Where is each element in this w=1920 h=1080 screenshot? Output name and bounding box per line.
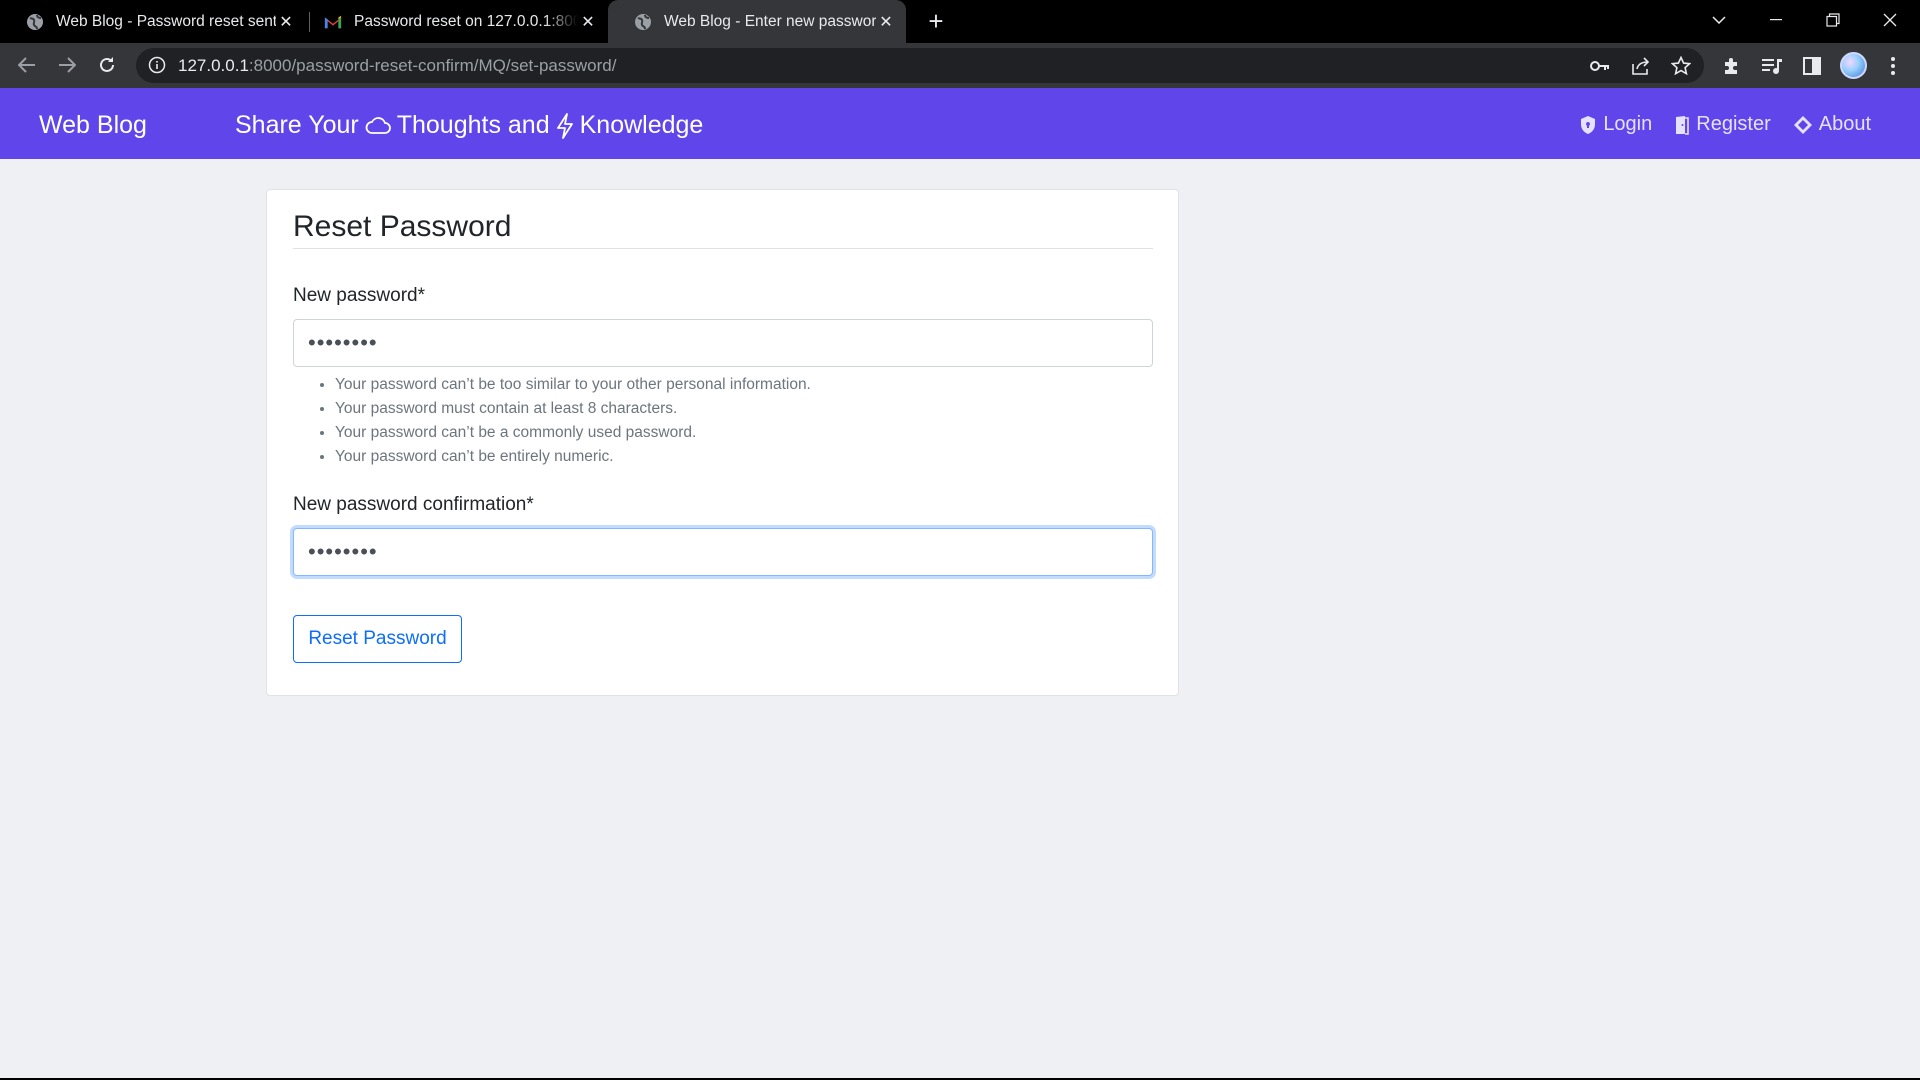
nav-links: Login Register About xyxy=(1557,113,1871,136)
tab-search-chevron-icon[interactable] xyxy=(1691,0,1747,40)
nav-login-label: Login xyxy=(1603,113,1653,135)
shield-icon xyxy=(1581,115,1596,134)
tab-title: Web Blog - Password reset sent xyxy=(56,12,276,30)
confirm-password-input[interactable]: •••••••• xyxy=(293,528,1153,576)
reset-password-button[interactable]: Reset Password xyxy=(293,615,462,663)
cloud-icon xyxy=(365,116,391,134)
share-icon[interactable] xyxy=(1630,55,1652,77)
nav-register-label: Register xyxy=(1696,113,1771,135)
tagline-text-3: Knowledge xyxy=(579,111,704,139)
reload-icon[interactable] xyxy=(92,50,122,80)
title-divider xyxy=(293,248,1153,249)
bookmark-star-icon[interactable] xyxy=(1670,55,1692,77)
url-text: 127.0.0.1:8000/password-reset-confirm/MQ… xyxy=(178,56,616,76)
tab-gmail-password-reset[interactable]: Password reset on 127.0.0.1:8000 ✕ xyxy=(306,0,608,43)
browser-toolbar: 127.0.0.1:8000/password-reset-confirm/MQ… xyxy=(0,43,1920,88)
new-password-input[interactable]: •••••••• xyxy=(293,319,1153,367)
globe-icon xyxy=(26,13,44,31)
confirm-password-label: New password confirmation* xyxy=(293,494,534,515)
restore-icon[interactable] xyxy=(1805,0,1861,40)
password-help-item: Your password can’t be a commonly used p… xyxy=(335,421,811,445)
new-tab-button[interactable]: + xyxy=(922,8,950,36)
door-icon xyxy=(1676,115,1690,135)
tab-title: Password reset on 127.0.0.1:8000 xyxy=(354,12,578,30)
close-window-icon[interactable] xyxy=(1862,0,1918,40)
tab-title: Web Blog - Enter new password xyxy=(664,12,876,30)
more-menu-icon[interactable] xyxy=(1880,53,1906,79)
password-help-item: Your password can’t be too similar to yo… xyxy=(335,373,811,397)
profile-avatar[interactable] xyxy=(1840,52,1867,79)
url-path: :8000/password-reset-confirm/MQ/set-pass… xyxy=(248,56,617,75)
lightning-icon xyxy=(556,112,573,139)
diamond-icon xyxy=(1793,115,1812,134)
password-help-list: Your password can’t be too similar to yo… xyxy=(317,373,811,469)
password-help-item: Your password must contain at least 8 ch… xyxy=(335,397,811,421)
globe-icon xyxy=(634,13,652,31)
url-host: 127.0.0.1 xyxy=(178,56,249,75)
tagline-text-2: Thoughts and xyxy=(396,111,550,139)
site-tagline: Share Your Thoughts and Knowledge xyxy=(235,111,703,140)
key-icon[interactable] xyxy=(1589,55,1611,77)
side-panel-icon[interactable] xyxy=(1799,53,1825,79)
forward-arrow-icon[interactable] xyxy=(52,50,82,80)
browser-tab-strip: Web Blog - Password reset sent ✕ Passwor… xyxy=(0,0,1920,43)
nav-about-link[interactable]: About xyxy=(1793,113,1871,136)
password-help-item: Your password can’t be entirely numeric. xyxy=(335,445,811,469)
nav-about-label: About xyxy=(1818,113,1871,135)
tab-password-reset-sent[interactable]: Web Blog - Password reset sent ✕ xyxy=(0,0,306,43)
address-bar[interactable]: 127.0.0.1:8000/password-reset-confirm/MQ… xyxy=(136,48,1704,83)
minimize-icon[interactable] xyxy=(1748,0,1804,40)
close-tab-icon[interactable]: ✕ xyxy=(876,12,896,32)
form-title: Reset Password xyxy=(293,210,512,243)
close-tab-icon[interactable]: ✕ xyxy=(578,12,598,32)
new-password-label: New password* xyxy=(293,285,425,306)
gmail-icon xyxy=(324,13,342,31)
reset-password-card: Reset Password New password* •••••••• Yo… xyxy=(266,189,1179,696)
close-tab-icon[interactable]: ✕ xyxy=(276,12,296,32)
tagline-text-1: Share Your xyxy=(235,111,359,139)
extensions-puzzle-icon[interactable] xyxy=(1719,53,1745,79)
site-info-icon[interactable] xyxy=(148,56,168,76)
nav-login-link[interactable]: Login xyxy=(1579,113,1652,136)
tab-enter-new-password[interactable]: Web Blog - Enter new password ✕ xyxy=(608,0,906,43)
site-navbar: Web Blog Share Your Thoughts and Knowled… xyxy=(0,88,1920,159)
brand-logo[interactable]: Web Blog xyxy=(39,111,147,140)
media-queue-icon[interactable] xyxy=(1759,53,1785,79)
nav-register-link[interactable]: Register xyxy=(1674,113,1771,136)
back-arrow-icon[interactable] xyxy=(12,50,42,80)
